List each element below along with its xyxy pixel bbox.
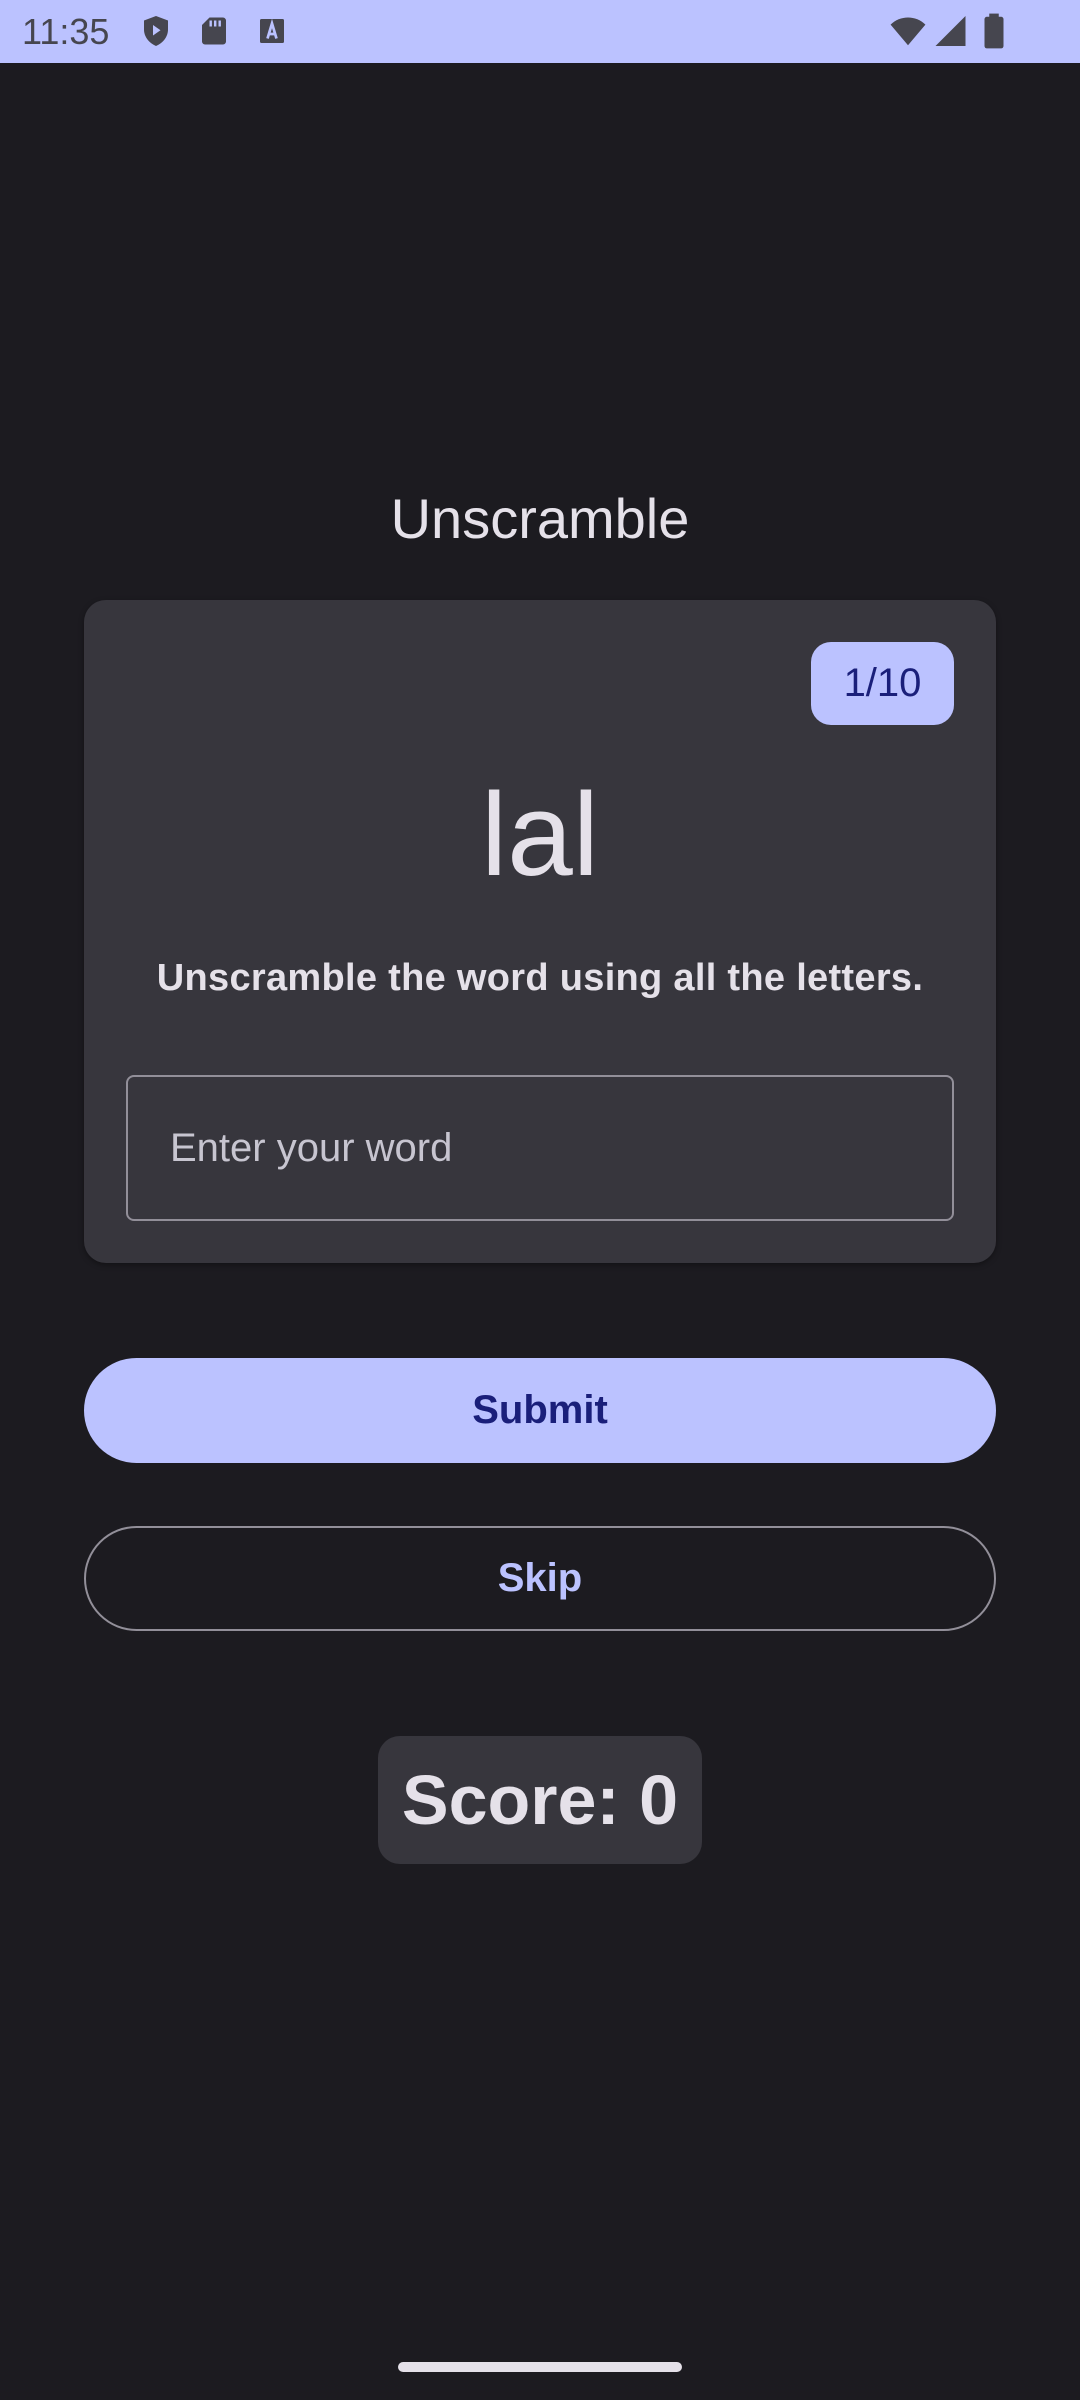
game-card: 1/10 lal Unscramble the word using all t… bbox=[84, 600, 996, 1263]
status-time: 11:35 bbox=[22, 11, 110, 52]
font-a-icon bbox=[254, 12, 290, 50]
gesture-nav-handle[interactable] bbox=[398, 2362, 682, 2372]
scrambled-word: lal bbox=[480, 769, 600, 901]
instructions-text: Unscramble the word using all the letter… bbox=[156, 957, 924, 999]
skip-button[interactable]: Skip bbox=[84, 1526, 996, 1631]
word-count-badge: 1/10 bbox=[811, 642, 954, 725]
sd-card-icon bbox=[196, 12, 232, 50]
battery-icon bbox=[980, 12, 1008, 50]
submit-button[interactable]: Submit bbox=[84, 1358, 996, 1463]
status-bar: 11:35 bbox=[0, 0, 1080, 63]
shield-play-icon bbox=[138, 12, 174, 50]
wifi-icon bbox=[888, 12, 928, 50]
score-display: Score: 0 bbox=[378, 1736, 702, 1864]
cellular-signal-icon bbox=[934, 12, 970, 50]
page-title: Unscramble bbox=[390, 487, 690, 550]
word-input[interactable] bbox=[126, 1075, 954, 1221]
